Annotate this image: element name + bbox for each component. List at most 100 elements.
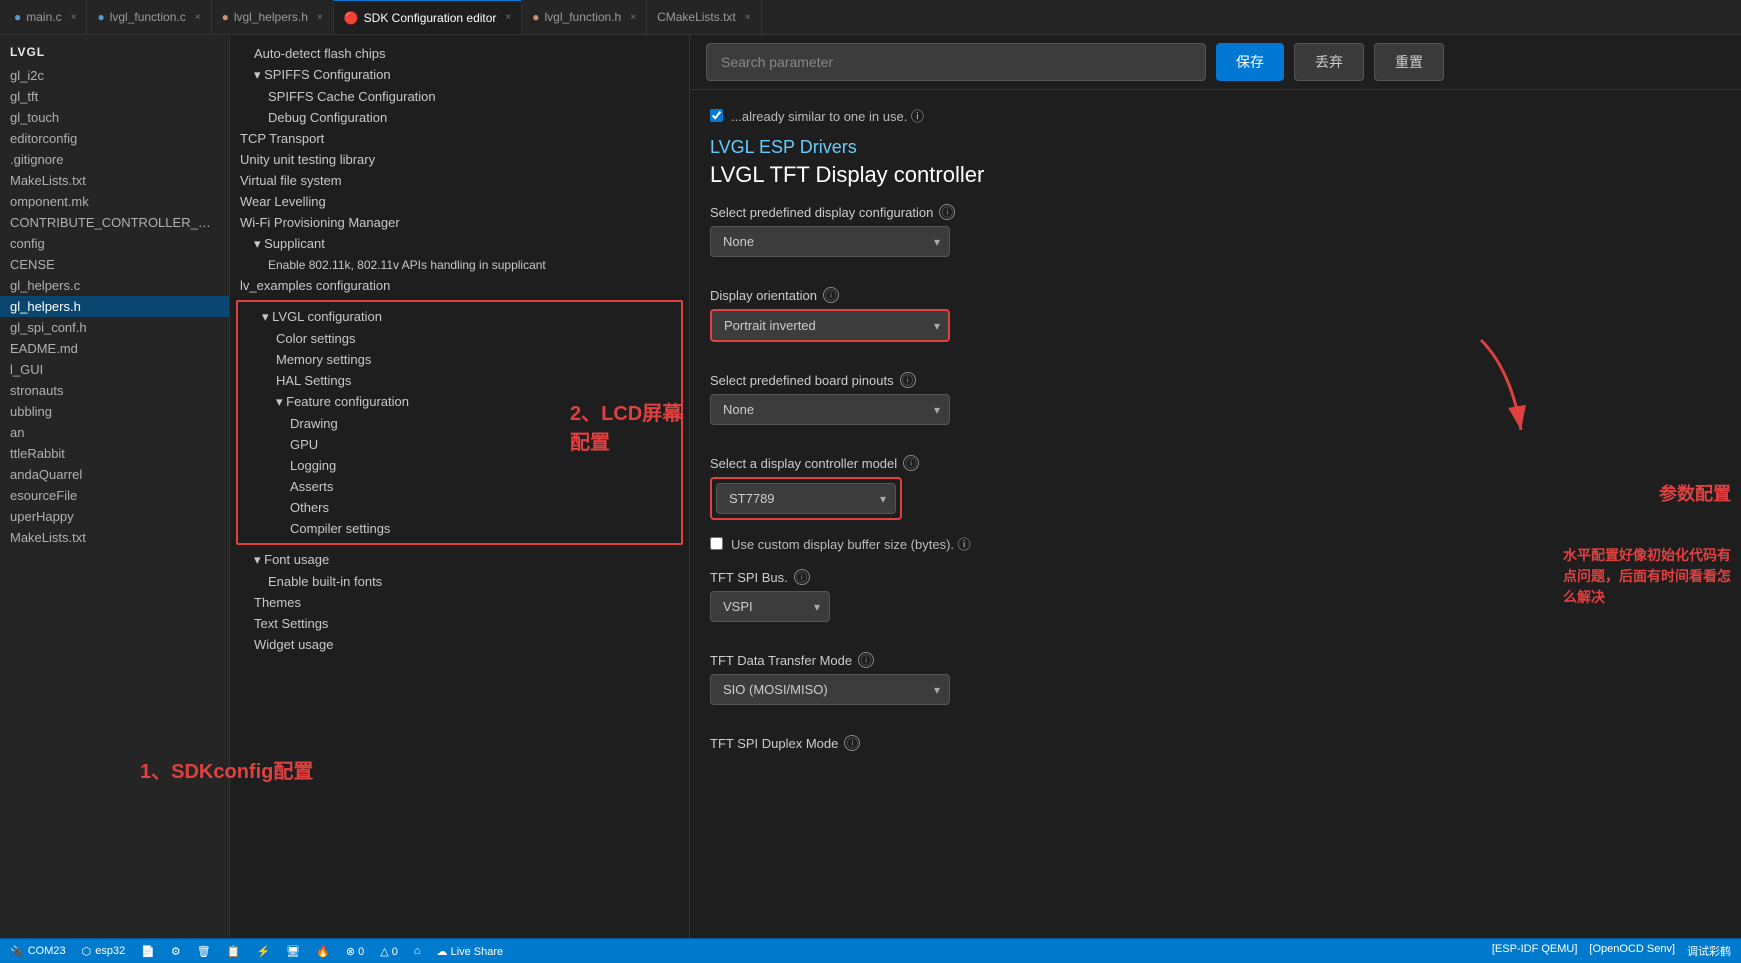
- tree-item-gpu[interactable]: GPU: [238, 434, 681, 455]
- tree-item-widget-usage[interactable]: Widget usage: [230, 634, 689, 655]
- checkbox-top[interactable]: [710, 109, 723, 122]
- tab-cmakelists[interactable]: CMakeLists.txt ×: [647, 0, 762, 35]
- sidebar-item-gl-touch[interactable]: gl_touch: [0, 107, 229, 128]
- status-fire[interactable]: 🔥: [316, 945, 330, 958]
- status-home[interactable]: ⌂: [414, 945, 421, 957]
- field5-select-wrapper: VSPI HSPI ▾: [710, 591, 830, 622]
- tree-item-spiffs-cache[interactable]: SPIFFS Cache Configuration: [230, 86, 689, 107]
- sidebar-item-gl-helpers-c[interactable]: gl_helpers.c: [0, 275, 229, 296]
- tree-item-feature-config[interactable]: ▾ Feature configuration: [238, 391, 681, 413]
- sidebar-item-ubbling[interactable]: ubbling: [0, 401, 229, 422]
- status-flash[interactable]: ⚡: [256, 945, 270, 958]
- status-liveshare[interactable]: ☁ Live Share: [437, 945, 504, 958]
- field5-info-icon[interactable]: ⓘ: [794, 569, 810, 585]
- search-input[interactable]: [706, 43, 1206, 81]
- sidebar-item-gl-spi-conf[interactable]: gl_spi_conf.h: [0, 317, 229, 338]
- field7-info-icon[interactable]: ⓘ: [844, 735, 860, 751]
- field3-select[interactable]: None ESP-WROVER-KIT v4.1 M5Stack: [710, 394, 950, 425]
- tree-item-lv-examples[interactable]: lv_examples configuration: [230, 275, 689, 296]
- tab-close-lvgl-helpers-h[interactable]: ×: [317, 12, 323, 23]
- tree-item-spiffs[interactable]: ▾ SPIFFS Configuration: [230, 64, 689, 86]
- sidebar-item-cense[interactable]: CENSE: [0, 254, 229, 275]
- tree-item-vfs[interactable]: Virtual file system: [230, 170, 689, 191]
- tree-item-tcp[interactable]: TCP Transport: [230, 128, 689, 149]
- tab-close-sdk[interactable]: ×: [505, 12, 511, 23]
- tree-item-logging[interactable]: Logging: [238, 455, 681, 476]
- sidebar-item-ttlerabbit[interactable]: ttleRabbit: [0, 443, 229, 464]
- sidebar-item-readme[interactable]: EADME.md: [0, 338, 229, 359]
- tree-item-others[interactable]: Others: [238, 497, 681, 518]
- status-bar: 🔌 COM23 ⬡ esp32 📄 ⚙ 🗑 📋 ⚡ 🖥 🔥 ⊗ 0 △ 0 ⌂ …: [0, 938, 1741, 963]
- sidebar-item-gitignore[interactable]: .gitignore: [0, 149, 229, 170]
- status-device[interactable]: ⬡ esp32: [82, 945, 126, 958]
- tree-item-themes[interactable]: Themes: [230, 592, 689, 613]
- tab-close-cmakelists[interactable]: ×: [745, 12, 751, 23]
- sidebar-item-andaquarrel[interactable]: andaQuarrel: [0, 464, 229, 485]
- tab-close-lvgl-function-h[interactable]: ×: [630, 12, 636, 23]
- tab-close-lvgl-function-c[interactable]: ×: [195, 12, 201, 23]
- tab-icon-c2: ●: [97, 10, 104, 24]
- tree-item-text-settings[interactable]: Text Settings: [230, 613, 689, 634]
- tab-sdk-config[interactable]: 🔴 SDK Configuration editor ×: [334, 0, 523, 35]
- field2-select[interactable]: Landscape Landscape inverted Portrait Po…: [710, 309, 950, 342]
- sidebar-item-makelists2[interactable]: MakeLists.txt: [0, 527, 229, 548]
- section-title-large: LVGL TFT Display controller: [710, 162, 1721, 188]
- tree-item-builtin-fonts[interactable]: Enable built-in fonts: [230, 571, 689, 592]
- sidebar-item-omponent[interactable]: omponent.mk: [0, 191, 229, 212]
- tree-item-autodetect[interactable]: Auto-detect flash chips: [230, 43, 689, 64]
- tree-item-unity[interactable]: Unity unit testing library: [230, 149, 689, 170]
- tree-item-debug-config[interactable]: Debug Configuration: [230, 107, 689, 128]
- field6-select[interactable]: SIO (MOSI/MISO) DIO: [710, 674, 950, 705]
- tab-main-c[interactable]: ● main.c ×: [4, 0, 87, 35]
- tab-lvgl-helpers-h[interactable]: ● lvgl_helpers.h ×: [212, 0, 334, 35]
- field6-info-icon[interactable]: ⓘ: [858, 652, 874, 668]
- content-area: ...already similar to one in use. ⓘ LVGL…: [690, 90, 1741, 938]
- discard-button[interactable]: 丢弃: [1294, 43, 1364, 81]
- sidebar-item-contribute[interactable]: CONTRIBUTE_CONTROLLER_SUPP...: [0, 212, 229, 233]
- field4-select[interactable]: ST7789 ILI9341 SSD1306 HX8357: [716, 483, 896, 514]
- status-gear[interactable]: ⚙: [171, 945, 181, 958]
- field3-info-icon[interactable]: ⓘ: [900, 372, 916, 388]
- tree-item-drawing[interactable]: Drawing: [238, 413, 681, 434]
- field4-info-icon[interactable]: ⓘ: [903, 455, 919, 471]
- status-monitor[interactable]: 🖥: [286, 945, 300, 958]
- sidebar-item-resourcefile[interactable]: esourceFile: [0, 485, 229, 506]
- sidebar-item-l-gui[interactable]: l_GUI: [0, 359, 229, 380]
- field1-select[interactable]: None ILI9341 ST7789 SSD1306: [710, 226, 950, 257]
- tab-close-main-c[interactable]: ×: [71, 12, 77, 23]
- tree-item-supplicant[interactable]: ▾ Supplicant: [230, 233, 689, 255]
- sidebar-item-gl-tft[interactable]: gl_tft: [0, 86, 229, 107]
- status-file-icon[interactable]: 📄: [141, 945, 155, 958]
- reset-button[interactable]: 重置: [1374, 43, 1444, 81]
- tree-item-wear[interactable]: Wear Levelling: [230, 191, 689, 212]
- field5-select[interactable]: VSPI HSPI: [710, 591, 830, 622]
- sidebar-item-gl-i2c[interactable]: gl_i2c: [0, 65, 229, 86]
- tree-item-font-usage[interactable]: ▾ Font usage: [230, 549, 689, 571]
- checkbox-buffer[interactable]: [710, 537, 723, 550]
- tree-item-hal-settings[interactable]: HAL Settings: [238, 370, 681, 391]
- sidebar-item-config[interactable]: config: [0, 233, 229, 254]
- sidebar-item-makelists[interactable]: MakeLists.txt: [0, 170, 229, 191]
- status-trash[interactable]: 🗑: [197, 945, 211, 958]
- tab-lvgl-function-h[interactable]: ● lvgl_function.h ×: [522, 0, 647, 35]
- tree-item-lvgl-config[interactable]: ▾ LVGL configuration: [238, 306, 681, 328]
- save-button[interactable]: 保存: [1216, 43, 1284, 81]
- status-openocd: [OpenOCD Senv]: [1589, 943, 1675, 959]
- sidebar-item-superhappy[interactable]: uperHappy: [0, 506, 229, 527]
- tab-lvgl-function-c[interactable]: ● lvgl_function.c ×: [87, 0, 211, 35]
- field1-info-icon[interactable]: ⓘ: [939, 204, 955, 220]
- status-copy[interactable]: 📋: [227, 945, 241, 958]
- tree-item-memory-settings[interactable]: Memory settings: [238, 349, 681, 370]
- status-port[interactable]: 🔌 COM23: [10, 945, 66, 958]
- tree-item-wifi-prov[interactable]: Wi-Fi Provisioning Manager: [230, 212, 689, 233]
- tree-item-compiler-settings[interactable]: Compiler settings: [238, 518, 681, 539]
- tree-item-enable-8021[interactable]: Enable 802.11k, 802.11v APIs handling in…: [230, 255, 689, 275]
- section-title-small: LVGL ESP Drivers: [710, 137, 1721, 158]
- tree-item-asserts[interactable]: Asserts: [238, 476, 681, 497]
- sidebar-item-editorconfig[interactable]: editorconfig: [0, 128, 229, 149]
- tree-item-color-settings[interactable]: Color settings: [238, 328, 681, 349]
- sidebar-item-gl-helpers-h[interactable]: gl_helpers.h: [0, 296, 229, 317]
- sidebar-item-an[interactable]: an: [0, 422, 229, 443]
- sidebar-item-stronauts[interactable]: stronauts: [0, 380, 229, 401]
- field2-info-icon[interactable]: ⓘ: [823, 287, 839, 303]
